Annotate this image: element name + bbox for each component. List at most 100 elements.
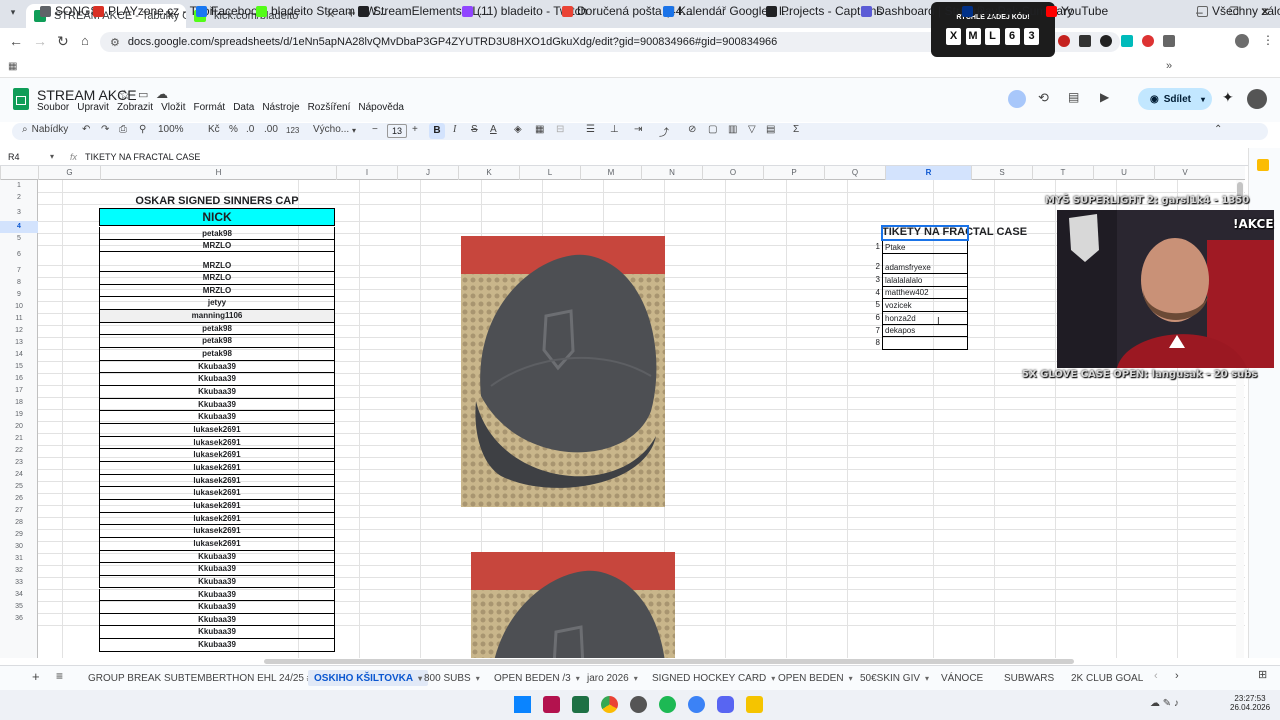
site-info-icon[interactable]: ⚙: [110, 36, 120, 49]
borders-icon[interactable]: ▦: [535, 124, 544, 135]
nick-cell[interactable]: Kkubaa39: [99, 588, 335, 602]
scroll-tabs-left-icon[interactable]: ‹: [1154, 670, 1158, 682]
apps-grid-icon[interactable]: ▦: [8, 61, 17, 72]
row-header[interactable]: 28: [0, 517, 38, 529]
column-header-Q[interactable]: Q: [824, 166, 885, 180]
column-header-O[interactable]: O: [702, 166, 763, 180]
font-size-increase-button[interactable]: +: [412, 124, 418, 135]
row-header[interactable]: 11: [0, 313, 38, 325]
functions-icon[interactable]: Σ: [793, 124, 799, 135]
nick-cell[interactable]: lukasek2691: [99, 487, 335, 500]
search-menus[interactable]: ⌕ Nabídky: [22, 124, 68, 135]
app-icon[interactable]: [688, 696, 705, 713]
redo-icon[interactable]: ↷: [101, 124, 109, 135]
windows-start-icon[interactable]: [514, 696, 531, 713]
nick-cell[interactable]: MRZLO: [99, 272, 335, 285]
fill-color-icon[interactable]: ◈: [514, 124, 522, 135]
app-icon[interactable]: [630, 696, 647, 713]
nick-cell[interactable]: lukasek2691: [99, 474, 335, 488]
star-icon[interactable]: ☆: [119, 87, 131, 103]
column-header-M[interactable]: M: [580, 166, 641, 180]
row-header[interactable]: 2: [0, 192, 38, 204]
currency-button[interactable]: Kč: [208, 124, 220, 135]
app-icon[interactable]: [746, 696, 763, 713]
nick-header-cell[interactable]: NICK: [99, 208, 335, 226]
row-header[interactable]: 26: [0, 493, 38, 505]
scroll-tabs-right-icon[interactable]: ›: [1175, 670, 1179, 682]
nick-cell[interactable]: Kkubaa39: [99, 385, 335, 399]
increase-decimal-button[interactable]: .00: [264, 124, 278, 135]
column-header-G[interactable]: G: [38, 166, 100, 180]
nick-cell[interactable]: Kkubaa39: [99, 360, 335, 374]
row-header[interactable]: 17: [0, 385, 38, 397]
nick-cell[interactable]: petak98: [99, 227, 335, 240]
row-header[interactable]: 31: [0, 553, 38, 565]
row-header[interactable]: 24: [0, 469, 38, 481]
discord-icon[interactable]: [717, 696, 734, 713]
ticket-name-cell[interactable]: matthew402: [882, 287, 968, 299]
nick-cell[interactable]: lukasek2691: [99, 512, 335, 526]
extension-icon[interactable]: [1079, 35, 1091, 47]
row-header[interactable]: 10: [0, 301, 38, 313]
sheet-tab[interactable]: 2K CLUB GOAL: [1071, 670, 1143, 686]
row-header[interactable]: 23: [0, 457, 38, 469]
extension-icon[interactable]: [1121, 35, 1133, 47]
filter-icon[interactable]: ▽: [748, 124, 756, 135]
column-header-K[interactable]: K: [458, 166, 519, 180]
menu-item[interactable]: Nápověda: [358, 102, 404, 115]
row-header[interactable]: 29: [0, 529, 38, 541]
cap-photo[interactable]: [471, 552, 675, 658]
text-color-button[interactable]: A: [490, 124, 497, 135]
clock[interactable]: 23:27:53 26.04.2026: [1230, 694, 1270, 712]
align-left-icon[interactable]: ☰: [586, 124, 595, 135]
nick-cell[interactable]: MRZLO: [99, 240, 335, 252]
row-header[interactable]: 25: [0, 481, 38, 493]
insert-chart-icon[interactable]: ▥: [728, 124, 737, 135]
horizontal-scrollbar-thumb[interactable]: [264, 659, 1074, 664]
bookmark-item[interactable]: Facebook: [196, 4, 264, 18]
gemini-icon[interactable]: [1008, 90, 1026, 108]
ticket-name-cell[interactable]: vozicek: [882, 299, 968, 312]
account-avatar[interactable]: [1247, 89, 1267, 109]
row-header[interactable]: 19: [0, 409, 38, 421]
nick-cell[interactable]: lukasek2691: [99, 423, 335, 437]
menu-item[interactable]: Zobrazit: [117, 102, 153, 115]
nick-cell[interactable]: Kkubaa39: [99, 601, 335, 614]
ticket-name-cell[interactable]: honza2d: [882, 312, 968, 325]
row-header[interactable]: 27: [0, 505, 38, 517]
move-folder-icon[interactable]: ▭: [138, 88, 148, 101]
sheets-logo-icon[interactable]: [13, 88, 29, 110]
add-sheet-icon[interactable]: +: [32, 669, 40, 684]
cap-photo[interactable]: [461, 236, 665, 507]
history-icon[interactable]: ⟲: [1038, 90, 1049, 106]
share-button[interactable]: ◉ Sdílet ▾: [1138, 88, 1212, 110]
italic-button[interactable]: I: [453, 124, 456, 135]
reload-icon[interactable]: ↻: [57, 33, 69, 50]
undo-icon[interactable]: ↶: [82, 124, 90, 135]
row-header[interactable]: 20: [0, 421, 38, 433]
row-header[interactable]: 3: [0, 204, 38, 221]
app-icon[interactable]: [543, 696, 560, 713]
vertical-align-icon[interactable]: ⊥: [610, 124, 619, 135]
nick-cell[interactable]: Kkubaa39: [99, 411, 335, 424]
row-header[interactable]: 14: [0, 349, 38, 361]
column-header-F[interactable]: [0, 166, 38, 180]
menu-item[interactable]: Formát: [194, 102, 226, 115]
row-header[interactable]: 15: [0, 361, 38, 373]
column-header-R[interactable]: R: [885, 166, 971, 180]
nick-cell[interactable]: petak98: [99, 322, 335, 336]
nick-cell[interactable]: MRZLO: [99, 252, 335, 272]
nick-cell[interactable]: Kkubaa39: [99, 626, 335, 640]
bold-button[interactable]: B: [429, 123, 445, 139]
nick-cell[interactable]: lukasek2691: [99, 449, 335, 462]
strikethrough-button[interactable]: S: [471, 124, 478, 135]
cloud-status-icon[interactable]: ☁: [156, 87, 168, 101]
nick-cell[interactable]: Kkubaa39: [99, 398, 335, 412]
row-header[interactable]: 9: [0, 289, 38, 301]
nick-cell[interactable]: petak98: [99, 347, 335, 361]
sheet-tab[interactable]: SUBWARS: [1004, 670, 1054, 686]
row-header[interactable]: 22: [0, 445, 38, 457]
nick-cell[interactable]: Kkubaa39: [99, 550, 335, 564]
bookmark-item[interactable]: YouTube: [1046, 4, 1108, 18]
menu-item[interactable]: Data: [233, 102, 254, 115]
